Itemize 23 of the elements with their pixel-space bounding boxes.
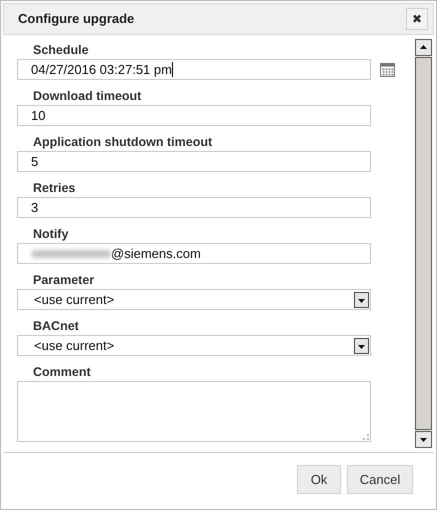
input-field[interactable]: 10 [17, 105, 371, 126]
window-title: Configure upgrade [18, 10, 134, 28]
field-label: Notify [32, 226, 68, 243]
dropdown[interactable]: <use current> [17, 289, 371, 310]
input-field[interactable]: @siemens.com [17, 243, 371, 264]
field-label: Parameter [32, 272, 94, 289]
field-label: Schedule [32, 42, 89, 59]
field-label: Application shutdown timeout [32, 134, 212, 151]
field-label: Comment [32, 364, 91, 381]
input-field[interactable]: 3 [17, 197, 371, 218]
calendar-icon[interactable] [380, 62, 395, 77]
field-label: BACnet [32, 318, 79, 335]
close-button[interactable]: ✖ [406, 8, 428, 30]
dropdown[interactable]: <use current> [17, 335, 371, 356]
input-field[interactable]: 5 [17, 151, 371, 172]
field-label: Retries [32, 180, 76, 197]
scroll-down-icon[interactable] [415, 431, 432, 448]
ok-button[interactable]: Ok [297, 465, 341, 494]
input-field[interactable]: 04/27/2016 03:27:51 pm [17, 59, 371, 80]
scroll-up-icon[interactable] [415, 39, 432, 56]
resize-grip-icon[interactable] [363, 434, 369, 440]
cancel-button[interactable]: Cancel [347, 465, 413, 494]
field-label: Download timeout [32, 88, 142, 105]
